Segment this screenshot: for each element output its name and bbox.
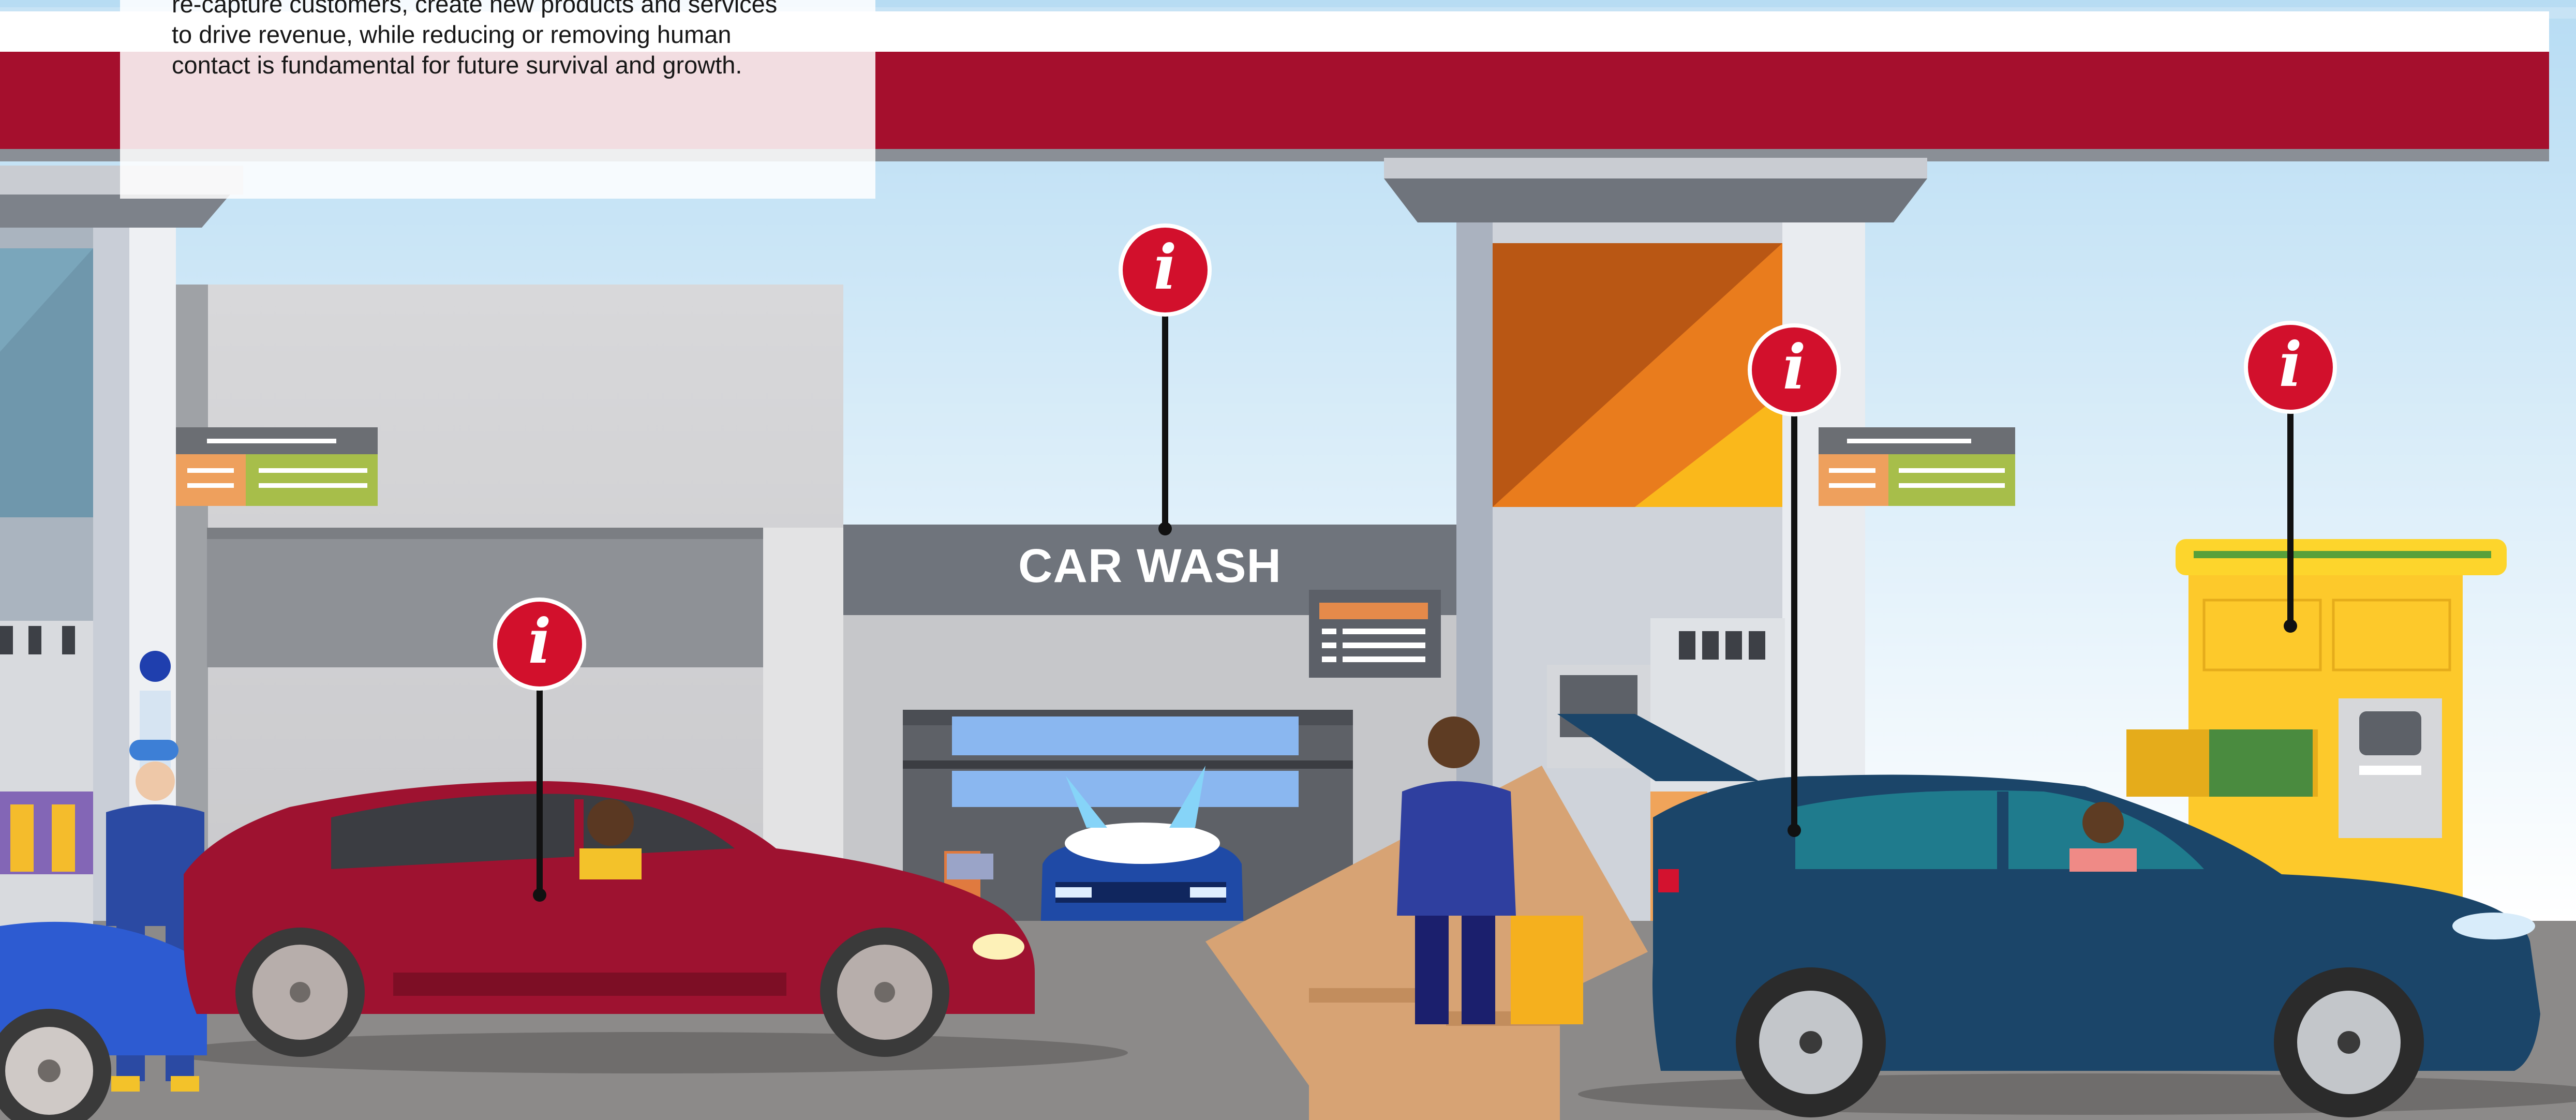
- price-sign-right: [1819, 427, 2015, 506]
- price-sign-left: [176, 427, 378, 506]
- info-icon: i: [1153, 231, 1177, 303]
- info-icon: i: [2279, 328, 2302, 400]
- info-hotspot-car[interactable]: i: [493, 598, 586, 691]
- intro-line: re-capture customers, create new product…: [172, 0, 778, 18]
- info-hotspot-pillar[interactable]: i: [1748, 323, 1841, 416]
- info-hotspot-locker[interactable]: i: [2244, 321, 2337, 414]
- intro-text: re-capture customers, create new product…: [172, 0, 865, 80]
- intro-line: contact is fundamental for future surviv…: [172, 51, 742, 79]
- car-wash-sign: CAR WASH: [1018, 539, 1282, 592]
- gas-station-illustration: re-capture customers, create new product…: [0, 0, 2576, 1120]
- intro-line: to drive revenue, while reducing or remo…: [172, 21, 732, 48]
- info-icon: i: [528, 605, 552, 677]
- info-hotspot-car-wash[interactable]: i: [1119, 223, 1212, 317]
- info-icon: i: [1782, 331, 1806, 403]
